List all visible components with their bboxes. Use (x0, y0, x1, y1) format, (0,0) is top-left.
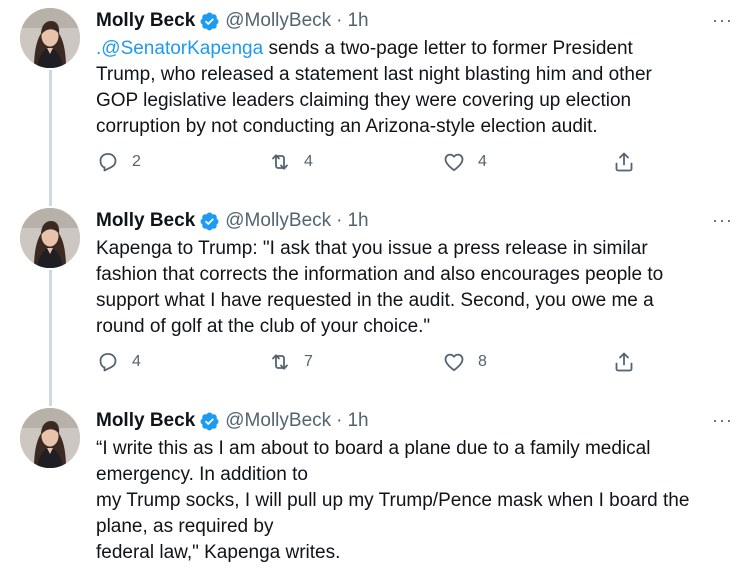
like-count: 4 (478, 153, 487, 170)
like-button[interactable]: 8 (442, 350, 487, 374)
reply-button[interactable]: 2 (96, 150, 141, 174)
tweet-line: Kapenga to Trump: "I ask that you issue … (96, 238, 648, 259)
share-button[interactable] (612, 150, 648, 174)
author-handle[interactable]: @MollyBeck (225, 10, 331, 32)
more-icon[interactable]: ··· (712, 10, 733, 31)
tweet-line: GOP legislative leaders claiming they we… (96, 90, 632, 111)
reply-button[interactable]: 4 (96, 350, 141, 374)
verified-badge-icon (199, 11, 220, 32)
tweet-line: plane, as required by (96, 516, 274, 537)
separator-dot: · (336, 10, 343, 31)
tweet-line: “I write this as I am about to board a p… (96, 438, 651, 459)
share-button[interactable] (612, 350, 648, 374)
author-name[interactable]: Molly Beck (96, 10, 195, 32)
reply-icon (96, 150, 120, 174)
tweet-text: Kapenga to Trump: "I ask that you issue … (96, 236, 736, 340)
separator-dot: · (336, 210, 343, 231)
reply-count: 2 (132, 153, 141, 170)
retweet-button[interactable]: 4 (268, 150, 313, 174)
more-icon[interactable]: ··· (712, 410, 733, 431)
tweet-line: my Trump socks, I will pull up my Trump/… (96, 490, 690, 511)
timestamp[interactable]: 1h (347, 410, 368, 432)
avatar[interactable] (20, 8, 80, 68)
retweet-button[interactable]: 7 (268, 350, 313, 374)
tweet-line: support what I have requested in the aud… (96, 290, 654, 311)
share-icon (612, 350, 636, 374)
more-icon[interactable]: ··· (712, 210, 733, 231)
author-handle[interactable]: @MollyBeck (225, 410, 331, 432)
verified-badge-icon (199, 411, 220, 432)
timestamp[interactable]: 1h (347, 210, 368, 232)
retweet-icon (268, 150, 292, 174)
tweet-line: round of golf at the club of your choice… (96, 316, 431, 337)
avatar[interactable] (20, 208, 80, 268)
separator-dot: · (336, 410, 343, 431)
thread-connector-line (49, 200, 52, 206)
retweet-count: 4 (304, 153, 313, 170)
tweet-thread: Molly Beck @MollyBeck · 1h ··· .@Senator… (0, 0, 751, 577)
retweet-count: 7 (304, 353, 313, 370)
reply-count: 4 (132, 353, 141, 370)
like-button[interactable]: 4 (442, 150, 487, 174)
timestamp[interactable]: 1h (347, 10, 368, 32)
tweet-line: emergency. In addition to (96, 464, 308, 485)
tweet-header: Molly Beck @MollyBeck · 1h (96, 208, 369, 234)
tweet-line: corruption by not conducting an Arizona-… (96, 116, 598, 137)
share-icon (612, 150, 636, 174)
tweet-line: Trump, who released a statement last nig… (96, 64, 652, 85)
tweet-line: federal law," Kapenga writes. (96, 542, 341, 563)
tweet-line: fashion that corrects the information an… (96, 264, 664, 285)
like-count: 8 (478, 353, 487, 370)
like-icon (442, 350, 466, 374)
tweet-actions: 4 7 8 (96, 350, 656, 380)
verified-badge-icon (199, 211, 220, 232)
avatar[interactable] (20, 408, 80, 468)
tweet-text: .@SenatorKapenga sends a two-page letter… (96, 36, 736, 140)
tweet-line-text: sends a two-page letter to former Presid… (263, 38, 633, 59)
tweet-header: Molly Beck @MollyBeck · 1h (96, 408, 369, 434)
reply-icon (96, 350, 120, 374)
author-name[interactable]: Molly Beck (96, 210, 195, 232)
tweet-2[interactable]: Molly Beck @MollyBeck · 1h ··· Kapenga t… (0, 200, 751, 406)
retweet-icon (268, 350, 292, 374)
tweet-3[interactable]: Molly Beck @MollyBeck · 1h ··· “I write … (0, 400, 751, 577)
tweet-header: Molly Beck @MollyBeck · 1h (96, 8, 369, 34)
thread-connector-line (49, 270, 52, 406)
thread-connector-line (49, 70, 52, 206)
tweet-text: “I write this as I am about to board a p… (96, 436, 736, 566)
tweet-actions: 2 4 4 (96, 150, 656, 180)
like-icon (442, 150, 466, 174)
tweet-1[interactable]: Molly Beck @MollyBeck · 1h ··· .@Senator… (0, 0, 751, 206)
thread-connector-line (49, 400, 52, 406)
author-name[interactable]: Molly Beck (96, 410, 195, 432)
tweet-line: .@SenatorKapenga sends a two-page letter… (96, 36, 736, 62)
mention-link[interactable]: .@SenatorKapenga (96, 38, 263, 59)
author-handle[interactable]: @MollyBeck (225, 210, 331, 232)
